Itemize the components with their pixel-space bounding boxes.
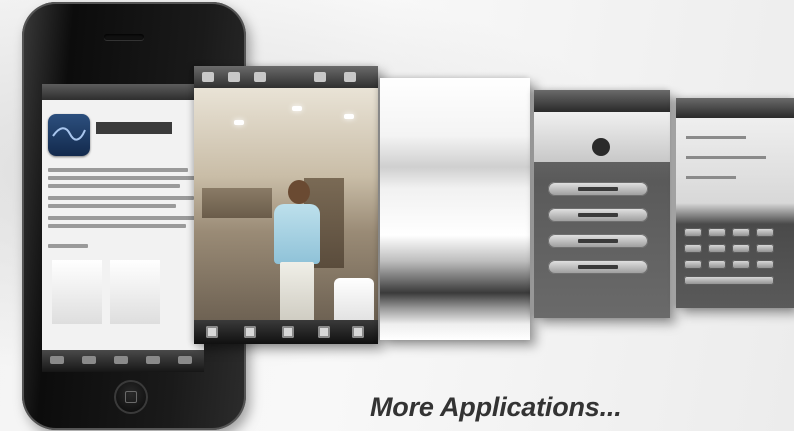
keypad-key[interactable] xyxy=(732,244,750,253)
tab-icon[interactable] xyxy=(146,356,160,364)
text-line xyxy=(686,136,746,139)
product-image xyxy=(52,260,102,324)
control-icon[interactable] xyxy=(318,326,330,338)
text-line xyxy=(686,176,736,179)
home-button-square-icon xyxy=(125,391,137,403)
text-line xyxy=(686,156,766,159)
product-image xyxy=(110,260,160,324)
phone-screen xyxy=(42,84,204,372)
toolbar-icon[interactable] xyxy=(314,72,326,82)
app-description-line xyxy=(48,204,176,208)
app-description-line xyxy=(48,176,196,180)
settings-panel xyxy=(380,78,530,340)
tab-icon[interactable] xyxy=(50,356,64,364)
ceiling-light xyxy=(344,114,354,119)
menu-list-button[interactable] xyxy=(548,234,648,248)
keypad-key[interactable] xyxy=(684,244,702,253)
person-head xyxy=(288,180,310,204)
keypad-key[interactable] xyxy=(732,260,750,269)
earpiece-speaker xyxy=(104,34,144,40)
toolbar-icon[interactable] xyxy=(228,72,240,82)
menu-list-button[interactable] xyxy=(548,260,648,274)
keypad-key[interactable] xyxy=(732,228,750,237)
phone-tab-bar xyxy=(42,350,204,372)
ceiling-light xyxy=(234,120,244,125)
app-description-line xyxy=(48,224,186,228)
tab-icon[interactable] xyxy=(178,356,192,364)
promo-banner: More Applications... xyxy=(0,0,794,431)
person-head xyxy=(592,138,610,156)
menu-list-button-label xyxy=(578,265,618,269)
menu-list-button[interactable] xyxy=(548,208,648,222)
ceiling-light xyxy=(292,106,302,111)
app-description-line xyxy=(48,196,194,200)
keypad-key[interactable] xyxy=(684,260,702,269)
keypad-key[interactable] xyxy=(684,228,702,237)
control-icon[interactable] xyxy=(282,326,294,338)
menu-toolbar xyxy=(534,90,670,112)
caption-text: More Applications... xyxy=(370,392,622,422)
app-description-line xyxy=(48,216,198,220)
control-icon[interactable] xyxy=(244,326,256,338)
keypad-key[interactable] xyxy=(756,260,774,269)
toolbar-icon[interactable] xyxy=(254,72,266,82)
phone-screen-header xyxy=(42,84,204,100)
camera-toolbar xyxy=(194,66,378,90)
keypad-key[interactable] xyxy=(708,228,726,237)
person-body xyxy=(274,204,320,264)
keypad-key[interactable] xyxy=(708,260,726,269)
screenshot-settings-view xyxy=(380,78,530,340)
app-description-line xyxy=(48,168,188,172)
keypad-toolbar xyxy=(676,98,794,118)
app-description-line xyxy=(48,244,88,248)
screenshot-camera-view xyxy=(194,66,378,344)
menu-list-button-label xyxy=(578,239,618,243)
app-description-line xyxy=(48,184,180,188)
menu-preview-image xyxy=(534,112,670,162)
toolbar-icon[interactable] xyxy=(344,72,356,82)
keypad-key[interactable] xyxy=(756,244,774,253)
keypad-key[interactable] xyxy=(708,244,726,253)
menu-list-button-label xyxy=(578,187,618,191)
home-button[interactable] xyxy=(114,380,148,414)
keypad-key[interactable] xyxy=(756,228,774,237)
screenshot-keypad-view xyxy=(676,98,794,308)
screenshot-menu-view xyxy=(534,90,670,318)
control-icon[interactable] xyxy=(352,326,364,338)
keypad-wide-key[interactable] xyxy=(684,276,774,285)
control-icon[interactable] xyxy=(206,326,218,338)
toolbar-icon[interactable] xyxy=(202,72,214,82)
tab-icon[interactable] xyxy=(82,356,96,364)
app-logo-wave-icon xyxy=(48,114,90,156)
menu-list-button[interactable] xyxy=(548,182,648,196)
menu-list-button-label xyxy=(578,213,618,217)
app-title-block xyxy=(96,122,172,134)
camera-controls-bar xyxy=(194,320,378,344)
cabinet xyxy=(202,188,272,218)
camera-feed-image xyxy=(194,88,378,334)
tab-icon[interactable] xyxy=(114,356,128,364)
